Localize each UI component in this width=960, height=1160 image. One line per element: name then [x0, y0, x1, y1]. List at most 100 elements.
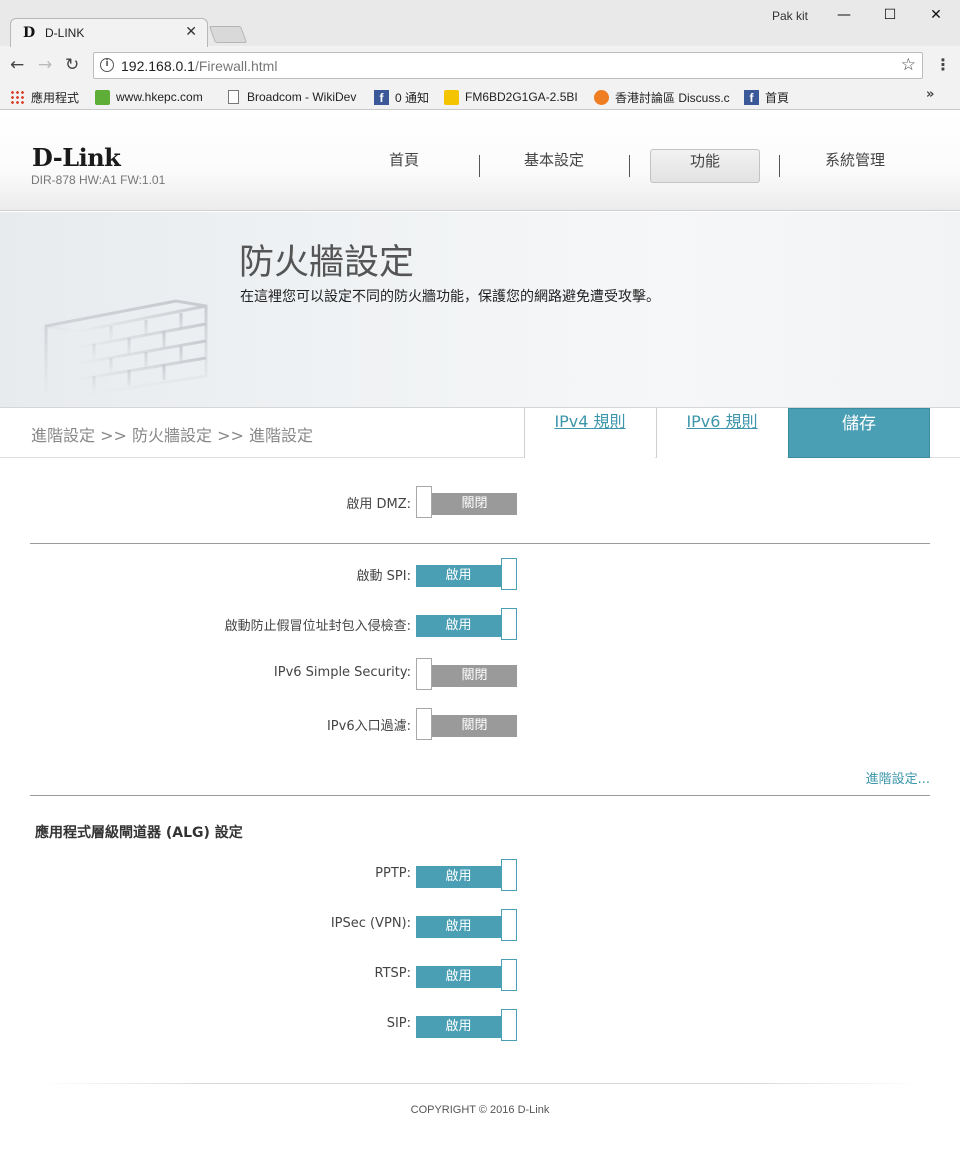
spi-toggle[interactable]: 啟用 [416, 558, 517, 590]
tab-ipv6-rules[interactable]: IPv6 規則 [656, 408, 787, 458]
alg-section-title: 應用程式層級閘道器 (ALG) 設定 [35, 825, 243, 841]
rtsp-toggle[interactable]: 啟用 [416, 959, 517, 991]
nav-divider [479, 155, 480, 177]
bookmarks-bar: 應用程式 www.hkepc.com Broadcom - WikiDev f0… [0, 85, 960, 109]
browser-chrome: D D-LINK ✕ Pak kit — ☐ ✕ ← → ↻ i 192.168… [0, 0, 960, 110]
reload-icon[interactable]: ↻ [65, 55, 79, 75]
sip-toggle[interactable]: 啟用 [416, 1009, 517, 1041]
breadcrumb: 進階設定 >> 防火牆設定 >> 進階設定 [31, 426, 313, 445]
page-icon [228, 90, 239, 104]
profile-name[interactable]: Pak kit [772, 9, 808, 23]
bookmark-broadcom[interactable]: Broadcom - WikiDev [226, 88, 361, 106]
section-divider [30, 543, 930, 544]
toggle-state: 啟用 [416, 1016, 501, 1038]
footer-divider [40, 1083, 920, 1084]
ipv6-simple-security-row: IPv6 Simple Security: 關閉 [0, 658, 960, 690]
brick-wall-icon [44, 299, 208, 396]
toggle-knob [416, 708, 432, 740]
minimize-icon[interactable]: — [824, 4, 864, 26]
tab-title: D-LINK [45, 26, 85, 40]
ipv6-simple-security-toggle[interactable]: 關閉 [416, 658, 517, 690]
bookmark-fm6bd[interactable]: FM6BD2G1GA-2.5BI [444, 88, 580, 106]
bookmark-apps[interactable]: 應用程式 [10, 88, 79, 106]
anti-spoof-toggle[interactable]: 啟用 [416, 608, 517, 640]
nav-home[interactable]: 首頁 [349, 149, 459, 183]
bookmark-fb-home[interactable]: f 首頁 [744, 88, 789, 106]
ipsec-toggle[interactable]: 啟用 [416, 909, 517, 941]
tab-close-icon[interactable]: ✕ [185, 24, 197, 40]
pptp-row: PPTP: 啟用 [0, 859, 960, 891]
facebook-icon: f [744, 89, 759, 105]
speech-bubble-icon [594, 89, 609, 105]
breadcrumb-bar: 進階設定 >> 防火牆設定 >> 進階設定 IPv4 規則 IPv6 規則 儲存 [0, 408, 960, 458]
dmz-label: 啟用 DMZ: [346, 497, 411, 512]
toggle-knob [501, 859, 517, 891]
dmz-row: 啟用 DMZ: 關閉 [0, 486, 960, 518]
ipv6-simple-security-label: IPv6 Simple Security: [273, 665, 411, 680]
save-button[interactable]: 儲存 [788, 408, 930, 458]
advanced-settings-link[interactable]: 進階設定... [866, 768, 930, 787]
toggle-state: 啟用 [416, 615, 501, 637]
toggle-knob [501, 959, 517, 991]
fm-icon [444, 89, 459, 105]
model-info: DIR-878 HW:A1 FW:1.01 [31, 173, 166, 187]
toggle-state: 關閉 [432, 493, 517, 515]
back-arrow-icon[interactable]: ← [10, 55, 24, 75]
forward-arrow-icon[interactable]: → [38, 55, 52, 75]
toggle-knob [416, 486, 432, 518]
page-banner: 防火牆設定 在這裡您可以設定不同的防火牆功能，保護您的網路避免遭受攻擊。 [0, 212, 960, 408]
bookmark-hkepc[interactable]: www.hkepc.com [95, 88, 203, 106]
tab-ipv4-rules[interactable]: IPv4 規則 [524, 408, 655, 458]
bookmark-star-icon[interactable]: ☆ [901, 55, 916, 75]
toggle-state: 啟用 [416, 966, 501, 988]
toggle-knob [501, 1009, 517, 1041]
router-page: D-Link DIR-878 HW:A1 FW:1.01 首頁 基本設定 功能 … [0, 111, 960, 1160]
bookmarks-overflow-icon[interactable]: » [926, 87, 934, 102]
pptp-label: PPTP: [375, 866, 411, 881]
toggle-state: 啟用 [416, 565, 501, 587]
toggle-knob [501, 608, 517, 640]
page-title: 防火牆設定 [239, 243, 415, 283]
bookmark-fb-notifications[interactable]: f0 通知 [374, 88, 429, 106]
ipsec-row: IPSec (VPN): 啟用 [0, 909, 960, 941]
apps-grid-icon [10, 89, 25, 105]
dmz-toggle[interactable]: 關閉 [416, 486, 517, 518]
spi-row: 啟動 SPI: 啟用 [0, 558, 960, 590]
sip-row: SIP: 啟用 [0, 1009, 960, 1041]
bookmark-discuss[interactable]: 香港討論區 Discuss.c [594, 88, 732, 106]
browser-toolbar: ← → ↻ i 192.168.0.1/Firewall.html ☆ ⋮ [0, 47, 960, 85]
info-icon[interactable]: i [100, 58, 114, 72]
rtsp-label: RTSP: [374, 966, 412, 981]
title-bar: D D-LINK ✕ Pak kit — ☐ ✕ [0, 0, 960, 47]
browser-tab[interactable]: D D-LINK ✕ [10, 18, 208, 47]
spi-label: 啟動 SPI: [356, 569, 411, 584]
nav-divider [779, 155, 780, 177]
ipv6-ingress-row: IPv6入口過濾: 關閉 [0, 708, 960, 740]
nav-management[interactable]: 系統管理 [800, 149, 910, 183]
toggle-knob [416, 658, 432, 690]
page-description: 在這裡您可以設定不同的防火牆功能，保護您的網路避免遭受攻擊。 [240, 289, 660, 305]
window-close-icon[interactable]: ✕ [916, 4, 956, 26]
page-header: D-Link DIR-878 HW:A1 FW:1.01 首頁 基本設定 功能 … [0, 111, 960, 211]
toggle-state: 關閉 [432, 665, 517, 687]
dlink-logo: D-Link [32, 143, 121, 172]
nav-features[interactable]: 功能 [650, 149, 760, 183]
copyright: COPYRIGHT © 2016 D-Link [410, 1104, 550, 1116]
address-bar[interactable]: i 192.168.0.1/Firewall.html ☆ [93, 52, 923, 79]
toggle-state: 啟用 [416, 916, 501, 938]
browser-menu-icon[interactable]: ⋮ [935, 55, 951, 74]
toggle-knob [501, 558, 517, 590]
hkepc-icon [95, 89, 110, 105]
nav-basic-settings[interactable]: 基本設定 [499, 149, 609, 183]
section-divider [30, 795, 930, 796]
rtsp-row: RTSP: 啟用 [0, 959, 960, 991]
new-tab-button[interactable] [208, 26, 248, 43]
nav-divider [629, 155, 630, 177]
maximize-icon[interactable]: ☐ [870, 4, 910, 26]
sip-label: SIP: [386, 1016, 411, 1031]
ipv6-ingress-toggle[interactable]: 關閉 [416, 708, 517, 740]
anti-spoof-row: 啟動防止假冒位址封包入侵檢查: 啟用 [0, 608, 960, 640]
url-text[interactable]: 192.168.0.1/Firewall.html [121, 58, 277, 74]
anti-spoof-label: 啟動防止假冒位址封包入侵檢查: [224, 619, 411, 634]
pptp-toggle[interactable]: 啟用 [416, 859, 517, 891]
